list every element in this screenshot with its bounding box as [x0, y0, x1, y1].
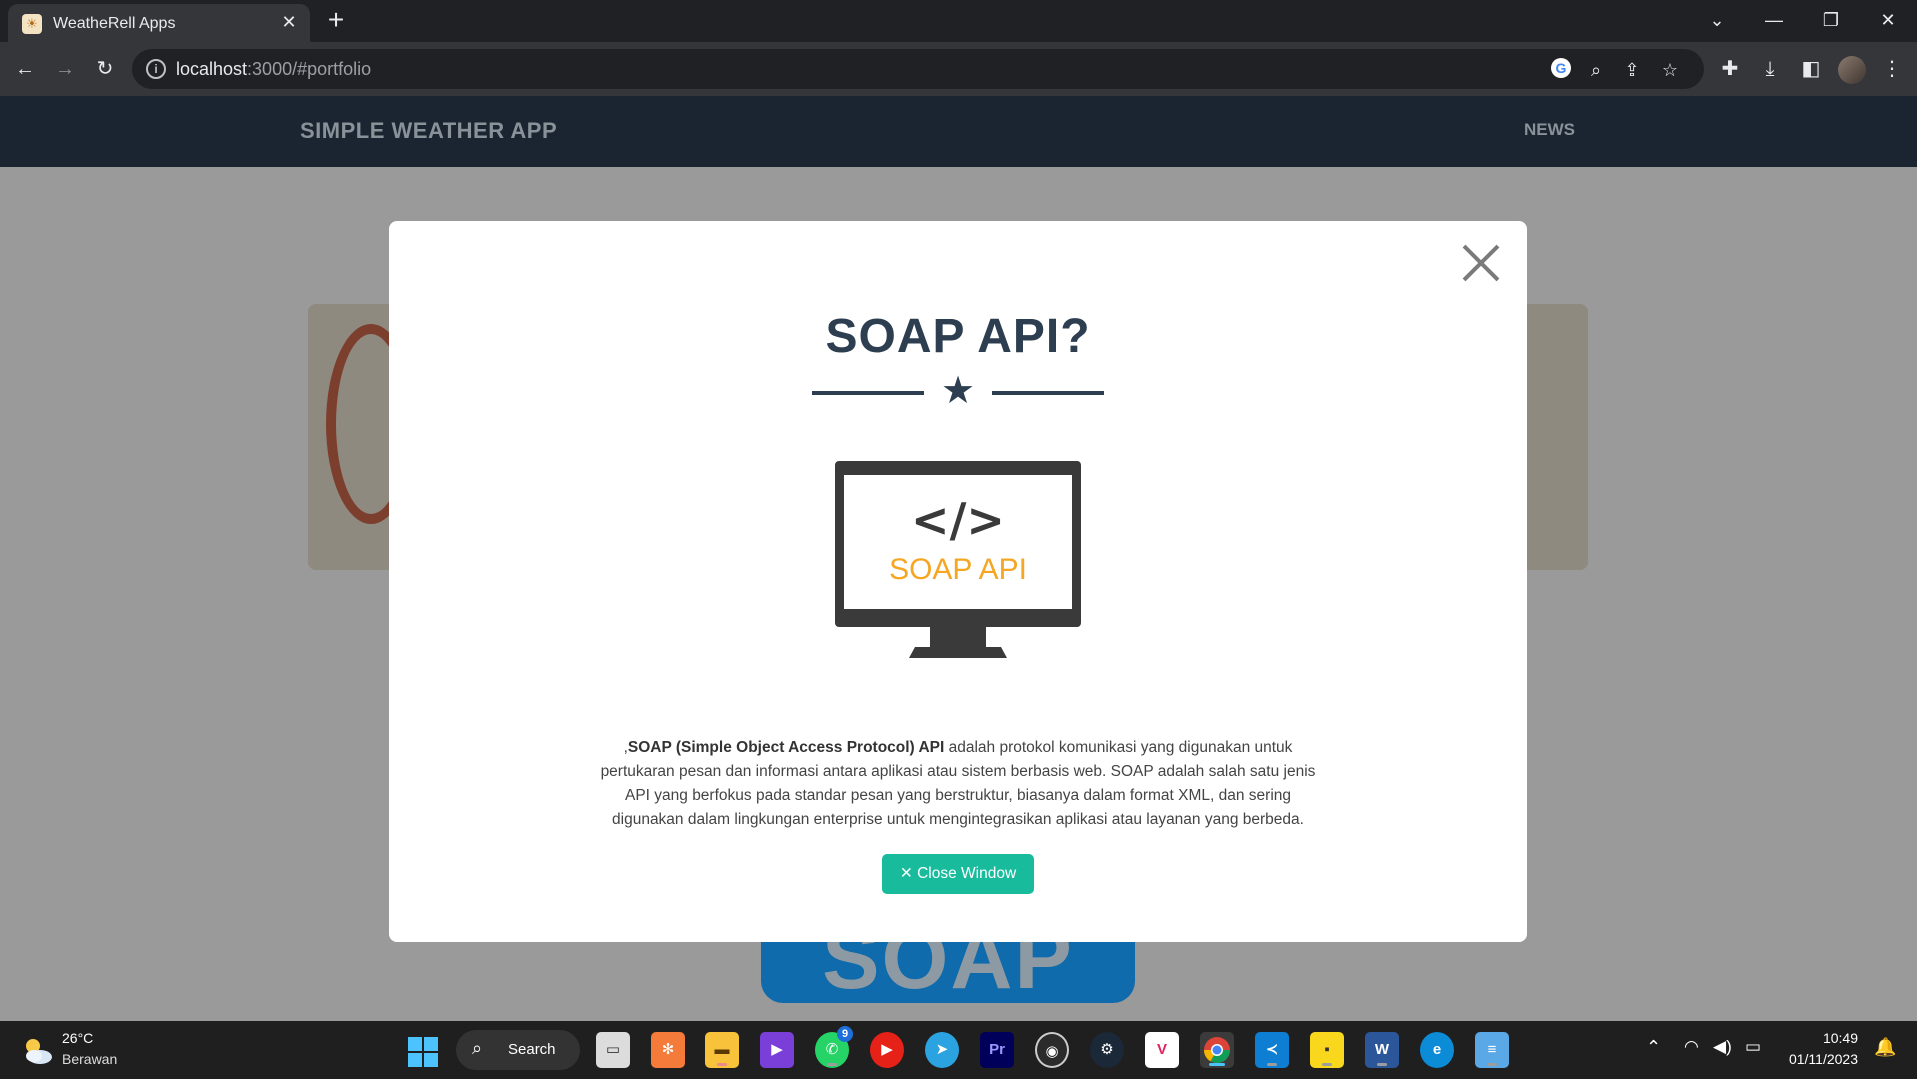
wifi-icon[interactable]: ◠	[1684, 1037, 1699, 1057]
windows-start-icon[interactable]	[408, 1037, 438, 1067]
nav-link-news[interactable]: NEWS	[1524, 120, 1575, 140]
bookmark-star-icon[interactable]: ☆	[1658, 58, 1682, 82]
volume-icon[interactable]: ◀)	[1713, 1037, 1732, 1057]
site-brand[interactable]: SIMPLE WEATHER APP	[300, 118, 557, 144]
browser-toolbar: ← → ↻ i localhost:3000/#portfolio G ⌕ ⇪ …	[0, 42, 1917, 96]
xampp-icon[interactable]: ✻	[651, 1032, 685, 1068]
monitor-illustration: </> SOAP API	[835, 461, 1081, 658]
download-icon[interactable]: ⤓	[1756, 55, 1784, 83]
minimize-button[interactable]: —	[1754, 6, 1794, 34]
forward-arrow-icon[interactable]: →	[51, 55, 79, 83]
window-close-button[interactable]: ✕	[1868, 6, 1908, 34]
weather-temperature[interactable]: 26°C	[62, 1030, 93, 1046]
partly-cloudy-icon[interactable]	[20, 1033, 54, 1067]
share-icon[interactable]: ⇪	[1620, 58, 1644, 82]
site-info-icon[interactable]: i	[146, 59, 166, 79]
profile-avatar[interactable]	[1838, 56, 1866, 84]
description-bold: SOAP (Simple Object Access Protocol) API	[627, 739, 945, 756]
whatsapp-badge: 9	[837, 1026, 853, 1042]
obs-icon[interactable]: ◉	[1035, 1032, 1069, 1068]
tab-close-icon[interactable]: ✕	[278, 11, 300, 33]
notification-bell-icon[interactable]: 🔔	[1874, 1037, 1896, 1058]
browser-tab[interactable]: ☀ WeatheRell Apps ✕	[8, 4, 310, 42]
clock-date[interactable]: 01/11/2023	[1760, 1051, 1858, 1067]
notepad-icon[interactable]: ≡	[1475, 1032, 1509, 1068]
steam-icon[interactable]: ⚙	[1090, 1032, 1124, 1068]
modal-description: ,SOAP (Simple Object Access Protocol) AP…	[600, 739, 1316, 828]
tab-title: WeatheRell Apps	[53, 15, 176, 32]
sticky-notes-icon[interactable]: ▪	[1310, 1032, 1344, 1068]
code-brackets-text: </>	[911, 493, 1005, 547]
site-navbar: SIMPLE WEATHER APP NEWS	[0, 96, 1917, 167]
menu-kebab-icon[interactable]: ⋮	[1878, 55, 1906, 83]
task-view-icon[interactable]: ▭	[596, 1032, 630, 1068]
weather-description[interactable]: Berawan	[62, 1051, 117, 1067]
premiere-pro-icon[interactable]: Pr	[980, 1032, 1014, 1068]
portfolio-modal: SOAP API? ★ </> SOAP API ,SOAP (Simple O…	[389, 221, 1527, 942]
tab-search-chevron-icon[interactable]: ⌄	[1697, 6, 1737, 34]
visual-studio-icon[interactable]: ▶	[760, 1032, 794, 1068]
tray-chevron-up-icon[interactable]: ⌃	[1646, 1037, 1661, 1058]
clock-time[interactable]: 10:49	[1760, 1030, 1858, 1046]
extensions-puzzle-icon[interactable]: ✚	[1716, 55, 1744, 83]
search-label: Search	[508, 1041, 556, 1058]
monitor-label-text: SOAP API	[889, 553, 1027, 586]
close-window-button[interactable]: ✕ Close Window	[882, 854, 1034, 894]
browser-tab-strip: ☀ WeatheRell Apps ✕ + ⌄ — ❐ ✕	[0, 0, 1917, 42]
vscode-icon[interactable]: ≺	[1255, 1032, 1289, 1068]
zoom-icon[interactable]: ⌕	[1584, 58, 1608, 82]
telegram-icon[interactable]: ➤	[925, 1032, 959, 1068]
battery-icon[interactable]: ▭	[1745, 1037, 1761, 1057]
site-favicon-icon: ☀	[22, 14, 42, 34]
star-icon: ★	[940, 370, 976, 412]
windows-taskbar: 26°C Berawan ⌕ Search ▭ ✻ ▬ ▶ ✆ 9 ▶ ➤ Pr…	[0, 1021, 1917, 1079]
back-arrow-icon[interactable]: ←	[11, 55, 39, 83]
svg-text:G: G	[1556, 60, 1567, 76]
reload-icon[interactable]: ↻	[91, 55, 119, 83]
taskbar-search[interactable]: ⌕ Search	[456, 1030, 580, 1070]
edge-icon[interactable]: e	[1420, 1032, 1454, 1068]
file-explorer-icon[interactable]: ▬	[705, 1032, 739, 1068]
page-viewport: SIMPLE WEATHER APP NEWS SOAP SOAP API? ★…	[0, 96, 1917, 1021]
google-icon[interactable]: G	[1549, 57, 1573, 81]
search-icon: ⌕	[472, 1038, 483, 1058]
modal-title: SOAP API?	[825, 310, 1091, 363]
valorant-icon[interactable]: V	[1145, 1032, 1179, 1068]
modal-close-icon[interactable]	[1459, 241, 1503, 285]
chrome-icon[interactable]	[1200, 1032, 1234, 1068]
divider-line-right	[992, 391, 1104, 395]
divider-line-left	[812, 391, 924, 395]
side-panel-icon[interactable]: ◧	[1797, 55, 1825, 83]
url-text[interactable]: localhost:3000/#portfolio	[176, 59, 371, 80]
youtube-music-icon[interactable]: ▶	[870, 1032, 904, 1068]
restore-button[interactable]: ❐	[1811, 6, 1851, 34]
word-icon[interactable]: W	[1365, 1032, 1399, 1068]
address-bar[interactable]: i localhost:3000/#portfolio G ⌕ ⇪ ☆	[132, 49, 1704, 89]
whatsapp-icon[interactable]: ✆ 9	[815, 1026, 853, 1068]
new-tab-button[interactable]: +	[322, 6, 350, 34]
